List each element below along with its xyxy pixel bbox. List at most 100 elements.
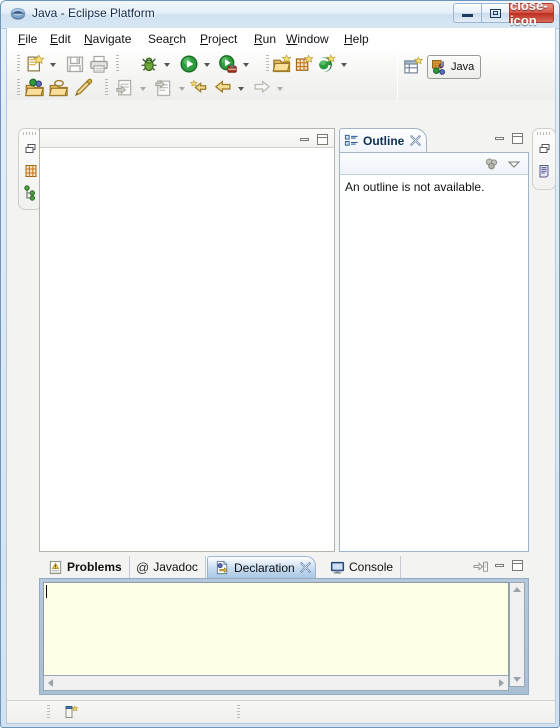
outline-maximize-button[interactable]	[512, 133, 525, 144]
new-package-button[interactable]	[294, 54, 314, 74]
next-annotation-button[interactable]	[115, 78, 135, 98]
run-play-icon	[180, 55, 198, 73]
fast-view-grip[interactable]	[23, 132, 38, 135]
print-icon	[90, 55, 108, 73]
restore-icon[interactable]	[23, 141, 39, 157]
prev-annotation-button[interactable]	[154, 78, 174, 98]
status-bar	[7, 700, 555, 723]
declaration-icon	[216, 560, 228, 575]
tab-console[interactable]: Console	[323, 556, 402, 578]
toolbar-grip[interactable]	[116, 55, 119, 73]
tab-javadoc[interactable]: @ Javadoc	[129, 556, 206, 578]
toolbar-grip[interactable]	[105, 79, 108, 97]
minimize-button[interactable]	[453, 3, 482, 23]
menu-file[interactable]: File	[13, 31, 42, 48]
editor-minimize-button[interactable]	[299, 134, 312, 145]
open-task-button[interactable]	[48, 78, 69, 98]
outline-icon[interactable]	[537, 163, 553, 179]
fast-view-grip[interactable]	[537, 132, 552, 135]
vertical-scrollbar[interactable]	[509, 582, 525, 687]
bottom-maximize-button[interactable]	[512, 560, 525, 571]
pin-view-button[interactable]	[473, 559, 489, 575]
view-menu-button[interactable]	[506, 156, 522, 172]
restore-icon-glyph	[539, 144, 550, 153]
editor-canvas[interactable]	[40, 148, 334, 551]
outline-view: Outline An outline is not available.	[339, 128, 529, 552]
forward-dropdown[interactable]	[275, 78, 285, 98]
next-annotation-dropdown[interactable]	[138, 78, 148, 98]
toolbar-grip[interactable]	[266, 55, 269, 73]
declaration-content[interactable]	[43, 582, 509, 687]
maximize-button[interactable]	[481, 3, 510, 23]
tab-javadoc-label: Javadoc	[153, 560, 198, 574]
package-explorer-icon[interactable]	[23, 163, 39, 179]
prev-annotation-dropdown[interactable]	[177, 78, 187, 98]
new-java-project-button[interactable]	[272, 54, 292, 74]
search-button[interactable]	[73, 78, 93, 98]
scroll-left-arrow[interactable]	[48, 679, 53, 687]
debug-button[interactable]	[139, 54, 159, 74]
menu-project[interactable]: Project	[195, 31, 242, 48]
run-button[interactable]	[179, 54, 199, 74]
forward-button[interactable]	[252, 78, 272, 98]
restore-icon[interactable]	[537, 141, 553, 157]
menu-navigate[interactable]: Navigate	[79, 31, 136, 48]
bottom-minimize-button[interactable]	[494, 560, 507, 571]
status-grip[interactable]	[47, 705, 50, 720]
perspective-java-label: Java	[451, 61, 475, 73]
new-file-icon	[27, 54, 45, 72]
title-bar: Java - Eclipse Platform close-icon	[1, 1, 559, 29]
tab-problems[interactable]: Problems	[41, 556, 130, 578]
debug-bug-icon	[141, 57, 157, 72]
status-grip[interactable]	[237, 705, 240, 720]
back-dropdown[interactable]	[236, 78, 246, 98]
close-button[interactable]: close-icon	[509, 1, 554, 28]
print-button[interactable]	[89, 54, 109, 74]
run-dropdown[interactable]	[202, 54, 212, 74]
new-class-button[interactable]	[316, 54, 336, 74]
toolbar-grip[interactable]	[17, 79, 20, 97]
external-tools-button[interactable]	[218, 54, 238, 74]
hide-fields-button[interactable]	[484, 156, 500, 172]
new-wizard-dropdown[interactable]	[48, 54, 58, 74]
close-icon[interactable]	[410, 135, 421, 146]
menu-bar: File Edit Navigate Search Project Run Wi…	[7, 28, 555, 52]
close-icon[interactable]	[300, 562, 311, 573]
next-annotation-icon	[116, 79, 132, 96]
save-icon	[66, 56, 84, 73]
tab-declaration[interactable]: Declaration	[207, 556, 316, 578]
scroll-right-arrow[interactable]	[499, 679, 504, 687]
new-package-icon	[295, 54, 314, 71]
outline-tab-area: Outline	[339, 128, 529, 152]
hierarchy-icon[interactable]	[23, 185, 39, 201]
external-tools-dropdown[interactable]	[241, 54, 251, 74]
editor-area[interactable]	[39, 128, 335, 552]
scroll-down-arrow[interactable]	[513, 677, 521, 682]
save-button[interactable]	[65, 54, 85, 74]
last-edit-location-button[interactable]	[189, 78, 210, 98]
editor-maximize-button[interactable]	[317, 134, 330, 145]
menu-help[interactable]: Help	[339, 31, 374, 48]
new-wizard-button[interactable]	[25, 54, 45, 74]
scroll-up-arrow[interactable]	[513, 587, 521, 592]
tab-outline[interactable]: Outline	[339, 128, 428, 152]
outline-minimize-button[interactable]	[494, 133, 507, 144]
new-class-dropdown[interactable]	[339, 54, 349, 74]
open-type-button[interactable]	[24, 78, 45, 98]
open-perspective-button[interactable]	[403, 56, 424, 76]
tab-declaration-label: Declaration	[234, 560, 295, 575]
menu-window[interactable]: Window	[281, 31, 334, 48]
package-explorer-glyph	[25, 165, 37, 177]
back-button[interactable]	[213, 78, 233, 98]
menu-search[interactable]: Search	[143, 31, 191, 48]
menu-run[interactable]: Run	[249, 31, 281, 48]
horizontal-scrollbar[interactable]	[43, 675, 509, 691]
client-area: File Edit Navigate Search Project Run Wi…	[6, 28, 556, 724]
toolbar-grip[interactable]	[17, 55, 20, 73]
debug-dropdown[interactable]	[162, 54, 172, 74]
toolbar-separator	[397, 51, 398, 99]
open-perspective-icon	[404, 56, 424, 74]
window-title: Java - Eclipse Platform	[32, 6, 155, 20]
menu-edit[interactable]: Edit	[45, 31, 76, 48]
bottom-view-stack: Problems @ Javadoc Declaration Console	[39, 555, 529, 695]
